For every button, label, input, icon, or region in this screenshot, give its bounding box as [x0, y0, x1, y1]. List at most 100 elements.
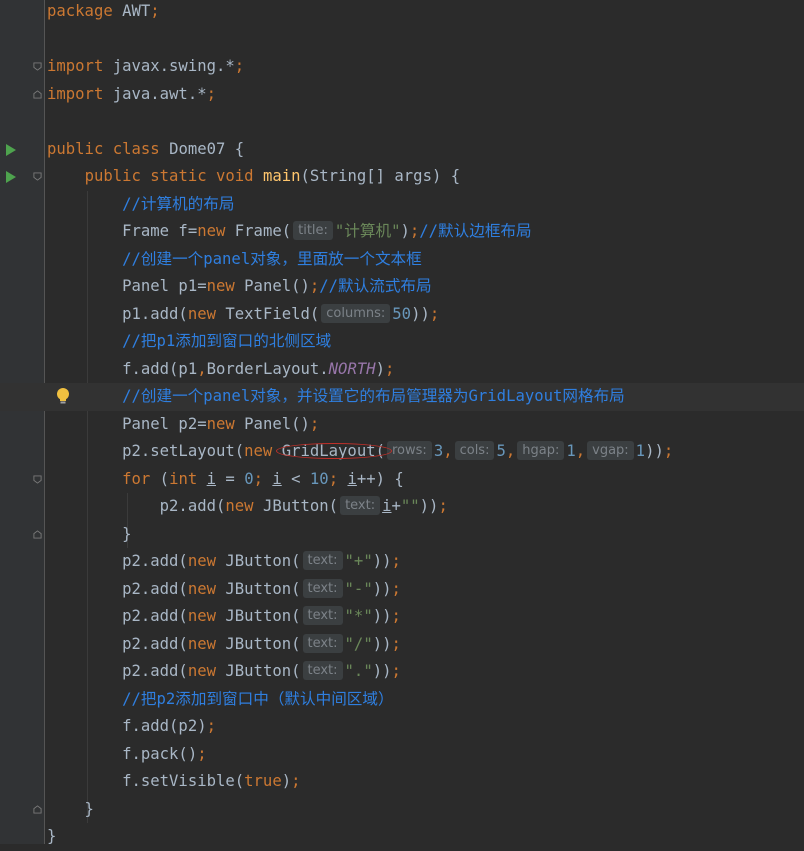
code-text: //创建一个panel对象，里面放一个文本框: [47, 246, 422, 274]
parameter-hint: text:: [302, 661, 343, 680]
code-line[interactable]: f.add(p1,BorderLayout.NORTH);: [0, 356, 804, 384]
code-token: 5: [496, 442, 506, 460]
code-comment: //默认流式布局: [319, 277, 432, 295]
code-token: p2.add(: [47, 552, 188, 570]
code-line[interactable]: Frame f=new Frame(title: "计算机");//默认边框布局: [0, 218, 804, 246]
code-text: //把p1添加到窗口的北侧区域: [47, 328, 331, 356]
code-text: p1.add(new TextField(columns: 50));: [47, 301, 439, 329]
code-text: }: [47, 521, 132, 549]
code-line[interactable]: for (int i = 0; i < 10; i++) {: [0, 466, 804, 494]
code-line[interactable]: //把p1添加到窗口的北侧区域: [0, 328, 804, 356]
code-token: 3: [433, 442, 444, 460]
code-token: )): [372, 552, 392, 570]
parameter-hint: hgap:: [517, 441, 565, 460]
code-token: ".": [344, 662, 373, 680]
code-line[interactable]: p2.add(new JButton(text: "-"));: [0, 576, 804, 604]
code-token: Dome07 {: [169, 139, 245, 158]
code-line[interactable]: //把p2添加到窗口中（默认中间区域）: [0, 686, 804, 714]
code-comment: //把p2添加到窗口中（默认中间区域）: [122, 689, 394, 708]
code-token: "+": [344, 552, 373, 570]
code-token: p2.setLayout(: [47, 442, 245, 460]
code-text: Frame f=new Frame(title: "计算机");//默认边框布局: [47, 218, 532, 246]
lightbulb-icon[interactable]: [56, 387, 70, 406]
parameter-hint: text:: [302, 633, 343, 653]
code-token: ,: [505, 442, 516, 460]
code-text: p2.add(new JButton(text: "."));: [47, 658, 401, 686]
code-token: p2.add(: [47, 607, 188, 625]
parameter-hint: columns:: [321, 303, 391, 323]
code-line[interactable]: p1.add(new TextField(columns: 50));: [0, 301, 804, 329]
code-token: ;: [328, 469, 348, 488]
code-token: f.setVisible(: [47, 772, 245, 790]
code-token: i: [347, 469, 357, 488]
code-token: i: [382, 497, 392, 515]
code-text: f.pack();: [47, 741, 207, 769]
code-token: ;: [385, 359, 395, 378]
code-token: AWT: [122, 2, 151, 20]
code-token: }: [47, 524, 132, 543]
code-token: new: [187, 607, 226, 625]
code-text: //创建一个panel对象，并设置它的布局管理器为GridLayout网格布局: [47, 383, 625, 411]
code-text: }: [47, 823, 56, 851]
code-line[interactable]: [0, 26, 804, 54]
code-token: f.add(p2): [47, 717, 207, 735]
code-line[interactable]: //创建一个panel对象，并设置它的布局管理器为GridLayout网格布局: [0, 383, 804, 411]
code-line[interactable]: p2.add(new JButton(text: "+"));: [0, 548, 804, 576]
code-text: p2.add(new JButton(text: "-"));: [47, 576, 401, 604]
code-line[interactable]: }: [0, 796, 804, 824]
code-token: )): [372, 607, 392, 625]
code-token: TextField(: [225, 304, 320, 323]
code-line[interactable]: p2.add(new JButton(text: i+""));: [0, 493, 804, 521]
code-line[interactable]: }: [0, 823, 804, 851]
code-token: ;: [391, 607, 401, 625]
code-line[interactable]: f.pack();: [0, 741, 804, 769]
code-line[interactable]: p2.add(new JButton(text: "/"));: [0, 631, 804, 659]
code-line[interactable]: p2.add(new JButton(text: "*"));: [0, 603, 804, 631]
code-comment: //计算机的布局: [122, 194, 235, 213]
code-token: ): [375, 359, 386, 378]
code-token: ;: [150, 2, 160, 20]
code-token: new: [206, 277, 245, 295]
code-line[interactable]: import java.awt.*;: [0, 81, 804, 109]
code-line[interactable]: p2.setLayout(new GridLayout(rows: 3, cols:…: [0, 438, 804, 466]
code-line[interactable]: }: [0, 521, 804, 549]
code-token: main: [262, 167, 301, 185]
code-token: ;: [391, 634, 401, 653]
code-token: ;: [206, 717, 216, 735]
code-editor[interactable]: package AWT; import javax.swing.*; import …: [0, 0, 804, 845]
code-token: ;: [253, 469, 273, 488]
parameter-hint: text:: [340, 496, 381, 515]
code-token: ;: [234, 57, 245, 75]
code-line[interactable]: public static void main(String[] args) {: [0, 163, 804, 191]
code-line[interactable]: f.setVisible(true);: [0, 768, 804, 796]
code-token: p2.add(: [47, 634, 188, 653]
code-text: Panel p2=new Panel();: [47, 411, 319, 439]
code-token: ): [281, 772, 292, 790]
code-line[interactable]: public class Dome07 {: [0, 136, 804, 164]
code-text: //计算机的布局: [47, 191, 234, 219]
code-token: JButton(: [225, 607, 301, 625]
code-token: Panel(): [244, 277, 310, 295]
code-token: <: [281, 469, 310, 488]
code-line[interactable]: package AWT;: [0, 0, 804, 26]
code-line[interactable]: import javax.swing.*;: [0, 53, 804, 81]
code-token: "/": [344, 634, 373, 653]
code-token: ,: [443, 442, 453, 460]
code-line[interactable]: f.add(p2);: [0, 713, 804, 741]
code-text: //把p2添加到窗口中（默认中间区域）: [47, 686, 394, 714]
code-line[interactable]: //计算机的布局: [0, 191, 804, 219]
code-token: )): [372, 662, 392, 680]
code-line[interactable]: Panel p1=new Panel();//默认流式布局: [0, 273, 804, 301]
code-comment: //创建一个panel对象，并设置它的布局管理器为GridLayout网格布局: [122, 387, 625, 405]
code-line[interactable]: [0, 108, 804, 136]
code-line[interactable]: Panel p2=new Panel();: [0, 411, 804, 439]
code-token: "计算机": [334, 222, 401, 240]
code-line[interactable]: p2.add(new JButton(text: "."));: [0, 658, 804, 686]
code-token: for: [122, 469, 160, 488]
code-text: }: [47, 796, 94, 824]
code-line[interactable]: //创建一个panel对象，里面放一个文本框: [0, 246, 804, 274]
code-token: JButton(: [225, 662, 301, 680]
code-token: NORTH: [328, 359, 376, 378]
